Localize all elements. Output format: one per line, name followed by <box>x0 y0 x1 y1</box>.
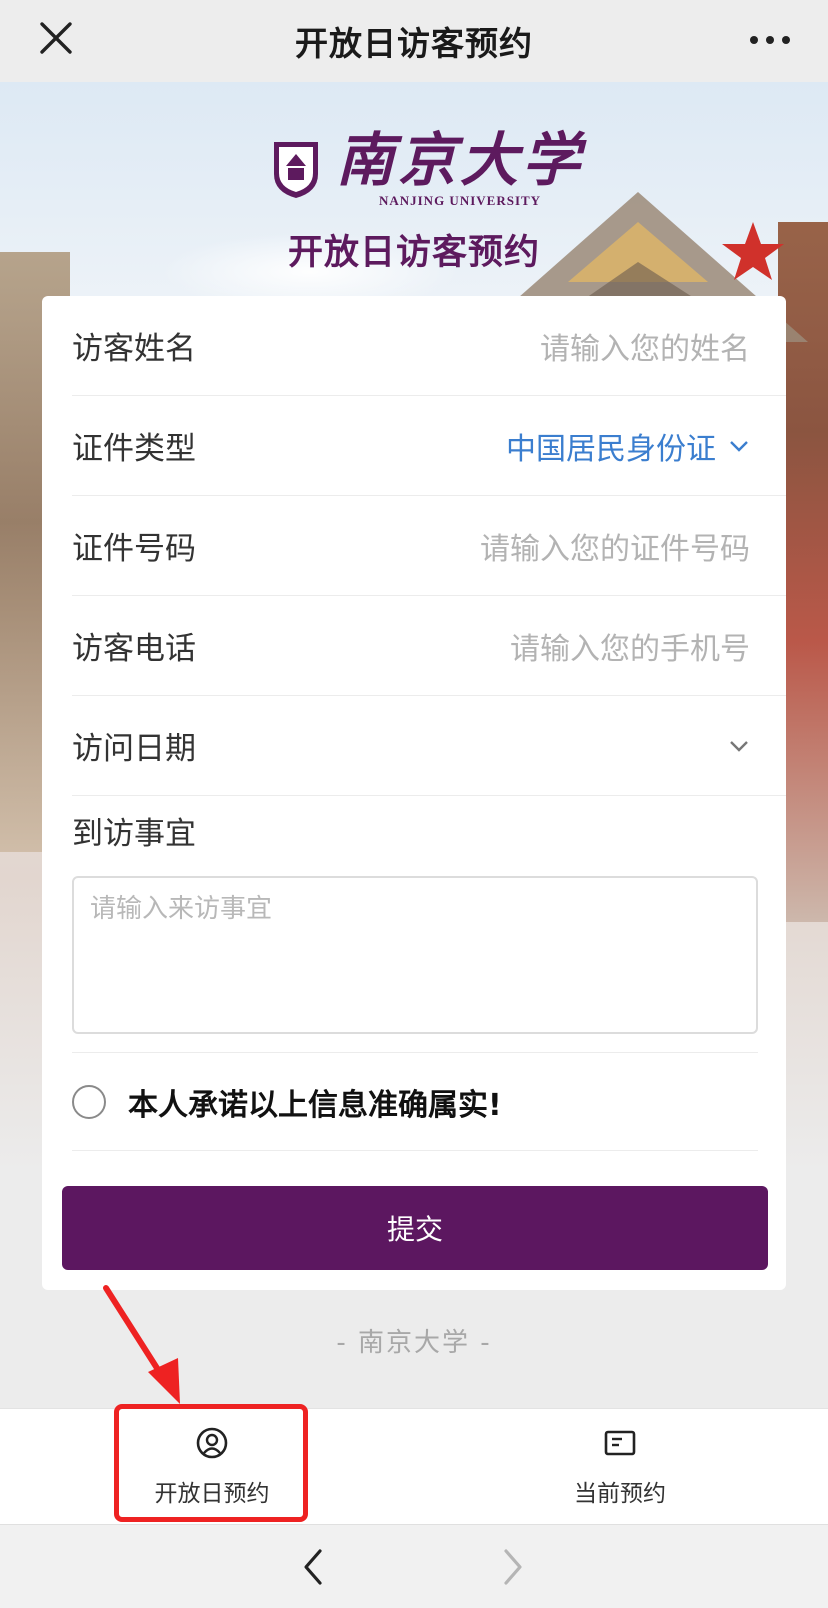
divider <box>72 1052 758 1053</box>
purpose-textarea[interactable]: 请输入来访事宜 <box>72 876 758 1034</box>
back-arrow-icon[interactable] <box>296 1545 330 1589</box>
window-title: 开放日访客预约 <box>295 24 533 63</box>
annotation-arrow <box>103 1285 180 1404</box>
phone-row[interactable]: 访客电话 请输入您的手机号 <box>72 596 786 696</box>
divider <box>72 1150 758 1151</box>
id-number-label: 证件号码 <box>72 531 196 567</box>
crest-icon <box>274 142 318 198</box>
university-logo: 南京大学 NANJING UNIVERSITY <box>270 124 584 214</box>
more-icon[interactable] <box>746 22 794 58</box>
promise-label: 本人承诺以上信息准确属实! <box>128 1088 502 1123</box>
phone-label: 访客电话 <box>72 631 196 667</box>
id-number-row[interactable]: 证件号码 请输入您的证件号码 <box>72 496 786 596</box>
logo-name-cn: 南京大学 <box>336 126 585 194</box>
list-card-icon <box>604 1430 636 1456</box>
visitor-name-label: 访客姓名 <box>72 331 196 367</box>
close-icon[interactable] <box>36 18 76 58</box>
forward-arrow-icon[interactable] <box>496 1545 530 1589</box>
id-type-select[interactable]: 中国居民身份证 <box>506 424 716 468</box>
phone-input[interactable]: 请输入您的手机号 <box>510 624 750 668</box>
top-bar: 开放日访客预约 <box>0 0 828 82</box>
tab-current-booking[interactable]: 当前预约 <box>470 1409 770 1525</box>
annotation-highlight-box <box>114 1404 308 1522</box>
chevron-down-icon <box>730 440 748 452</box>
id-type-label: 证件类型 <box>72 431 196 467</box>
browser-nav-bar <box>0 1524 828 1608</box>
promise-checkbox-row[interactable]: 本人承诺以上信息准确属实! <box>72 1072 502 1132</box>
chevron-down-icon <box>730 740 748 752</box>
visitor-name-input[interactable]: 请输入您的姓名 <box>540 324 750 368</box>
logo-name-en: NANJING UNIVERSITY <box>378 193 542 208</box>
booking-form: 访客姓名 请输入您的姓名 证件类型 中国居民身份证 证件号码 请输入您的证件号码… <box>42 296 786 1290</box>
visitor-name-row[interactable]: 访客姓名 请输入您的姓名 <box>72 296 786 396</box>
visit-date-label: 访问日期 <box>72 731 196 767</box>
id-type-row[interactable]: 证件类型 中国居民身份证 <box>72 396 786 496</box>
promise-radio[interactable] <box>72 1085 106 1119</box>
visit-date-row[interactable]: 访问日期 <box>72 696 786 796</box>
submit-button[interactable]: 提交 <box>62 1186 768 1270</box>
page-title: 开放日访客预约 <box>287 233 540 273</box>
tab-label: 当前预约 <box>574 1481 666 1507</box>
id-number-input[interactable]: 请输入您的证件号码 <box>480 524 750 568</box>
purpose-label: 到访事宜 <box>72 816 196 852</box>
